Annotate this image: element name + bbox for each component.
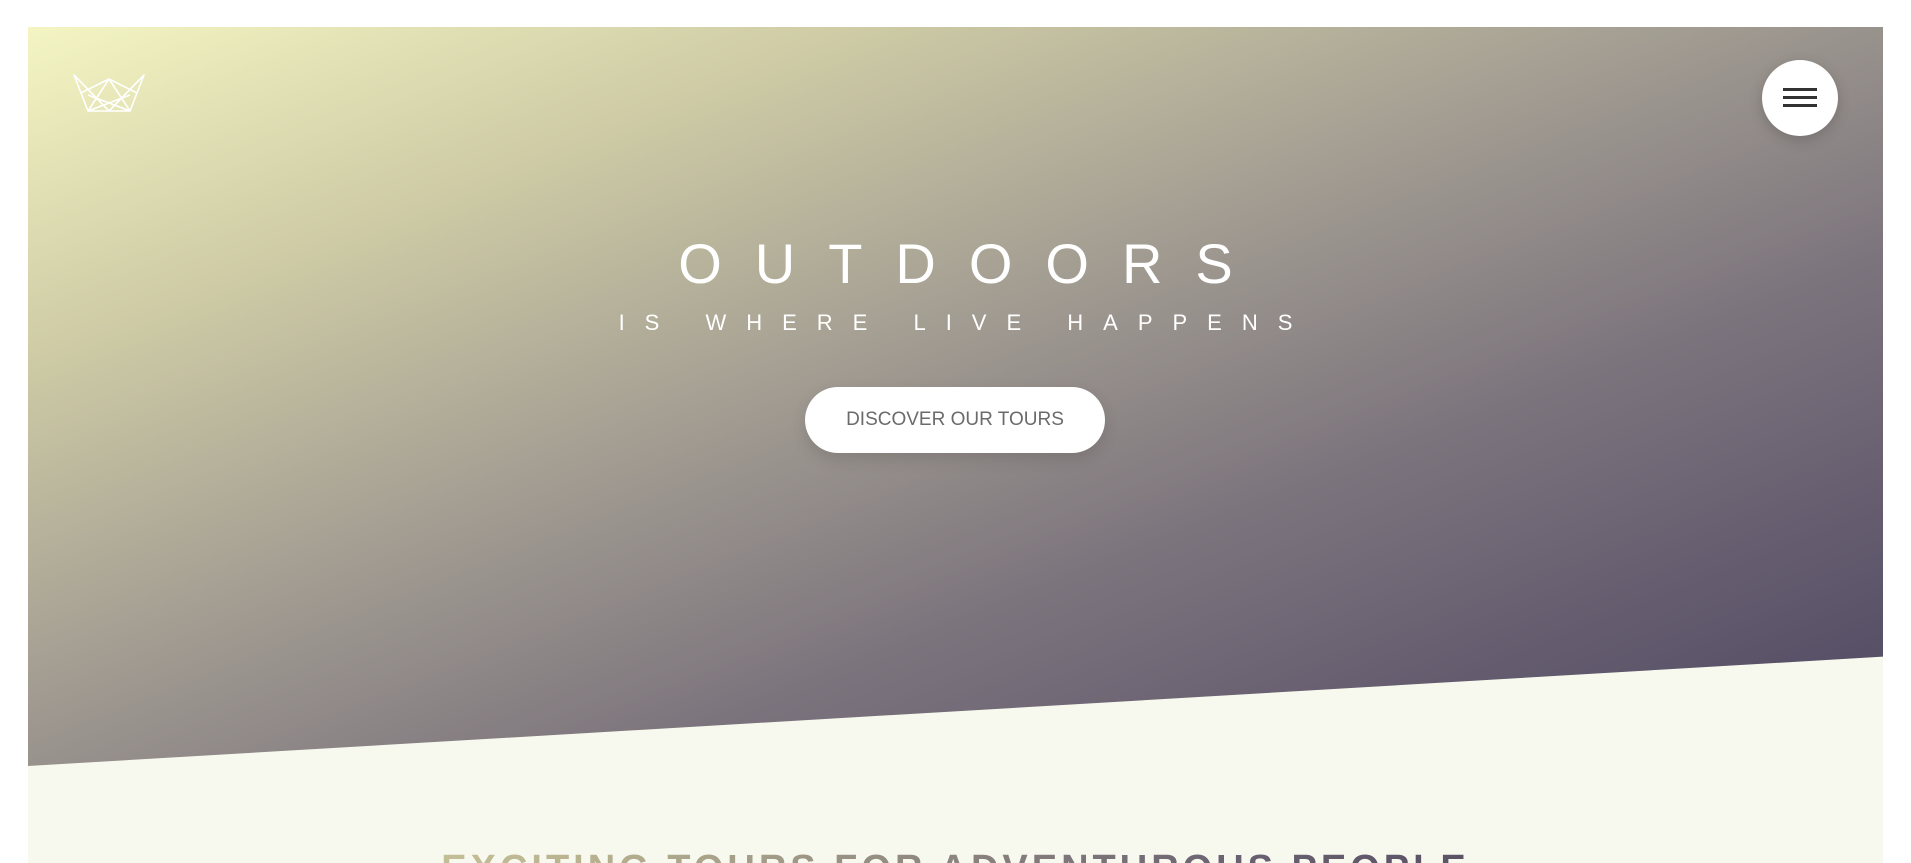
hero-heading: OUTDOORS IS WHERE LIVE HAPPENS — [28, 230, 1883, 338]
page: OUTDOORS IS WHERE LIVE HAPPENS DISCOVER … — [0, 0, 1911, 863]
hamburger-menu-icon — [1783, 88, 1817, 108]
crown-logo-icon[interactable] — [72, 71, 146, 113]
discover-tours-button[interactable]: DISCOVER OUR TOURS — [805, 387, 1105, 453]
menu-button[interactable] — [1762, 60, 1838, 136]
page-frame: OUTDOORS IS WHERE LIVE HAPPENS DISCOVER … — [28, 27, 1883, 863]
hero-header: OUTDOORS IS WHERE LIVE HAPPENS DISCOVER … — [28, 27, 1883, 766]
hero-subtitle: IS WHERE LIVE HAPPENS — [618, 310, 1313, 335]
hero-title: OUTDOORS — [678, 232, 1266, 295]
section-title: EXCITING TOURS FOR ADVENTUROUS PEOPLE — [28, 845, 1883, 863]
